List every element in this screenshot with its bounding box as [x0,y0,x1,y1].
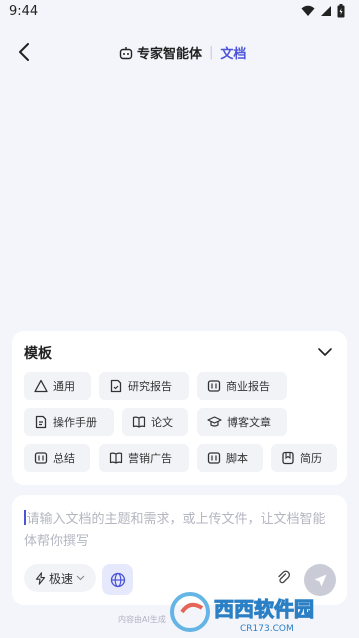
template-chip-general[interactable]: 通用 [24,372,91,400]
template-chip-business-report[interactable]: 商业报告 [197,372,287,400]
open-book-icon [132,416,146,428]
chevron-down-icon[interactable] [317,346,333,358]
template-chip-script[interactable]: 脚本 [197,444,263,472]
page-title: 专家智能体 | 文档 [119,43,246,62]
watermark-text: 西西软件园 [214,597,314,621]
book-icon [207,380,221,392]
open-book-icon [109,452,123,464]
template-chip-resume[interactable]: 简历 [271,444,337,472]
chevron-down-icon [76,575,85,581]
template-title: 模板 [24,346,52,362]
signal-icon [321,6,331,16]
battery-icon [337,4,345,18]
wifi-icon [301,5,315,16]
paperclip-icon [278,570,290,584]
site-watermark: 西西软件园 CR173.COM [170,592,315,634]
template-chip-paper[interactable]: 论文 [122,408,188,436]
ai-disclaimer: 内容由AI生成 [118,615,166,624]
book-icon [34,452,48,464]
book-icon [207,452,221,464]
status-time: 9:44 [9,4,39,19]
prompt-placeholder: 请输入文档的主题和需求，或上传文件，让文档智能体帮你撰写 [24,512,326,549]
robot-icon [119,46,133,59]
report-icon [110,379,122,393]
chevron-left-icon [19,43,29,61]
web-search-toggle[interactable] [102,564,133,595]
back-button[interactable] [12,40,36,64]
template-chip-summary[interactable]: 总结 [24,444,90,472]
attach-button[interactable] [274,568,294,588]
template-panel: 模板 通用 研究报告 商业报告 操作手册 论文 博客文章 总结 营销广告 脚本 [12,331,347,485]
manual-icon [35,415,47,429]
template-chip-research-report[interactable]: 研究报告 [99,372,189,400]
agent-title: 专家智能体 [137,47,203,62]
nav-bar: 专家智能体 | 文档 [0,34,359,70]
template-chip-blog-post[interactable]: 博客文章 [197,408,287,436]
prompt-input[interactable]: 请输入文档的主题和需求，或上传文件，让文档智能体帮你撰写 [24,509,336,553]
status-bar: 9:44 [0,0,359,26]
speed-mode-label: 极速 [48,571,73,586]
title-divider: | [209,45,214,60]
template-chip-marketing-ad[interactable]: 营销广告 [99,444,189,472]
grad-cap-icon [207,416,222,427]
speed-mode-select[interactable]: 极速 [24,564,96,592]
watermark-sub: CR173.COM [240,624,294,634]
lightning-icon [35,571,46,585]
globe-icon [110,572,125,587]
template-chip-manual[interactable]: 操作手册 [24,408,114,436]
resume-icon [282,451,294,465]
text-caret [24,510,26,525]
send-icon [314,574,326,586]
triangle-icon [34,379,48,393]
tab-document[interactable]: 文档 [220,43,246,62]
